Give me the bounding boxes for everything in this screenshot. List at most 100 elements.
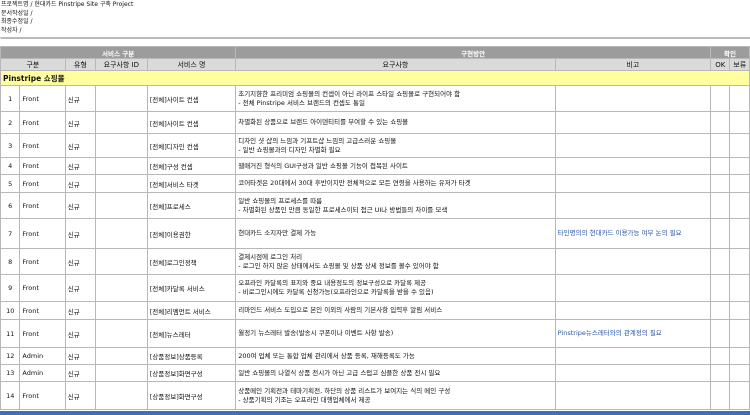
table-row: 8 Front 신규 [전체]로그인정책 결제시점에 로그인 처리 - 로그인 하지 않은… — [0, 248, 750, 275]
row-hold — [729, 347, 750, 365]
col-note: 비고 — [554, 58, 712, 71]
row-requirement: 결제시점에 로그인 처리 - 로그인 하지 않은 상태에서도 쇼핑몰 및 상품 상… — [235, 248, 556, 275]
table-row: 11 Front 신규 [전체]뉴스레터 월정기 뉴스레터 발송(발송시 쿠폰이나 이벤… — [0, 319, 750, 348]
row-req-id — [94, 274, 148, 302]
header-group-row: 서비스 구분 구현방안 확인 — [0, 46, 750, 59]
row-ok — [710, 301, 731, 320]
table-row: 6 Front 신규 [전체]프로세스 일반 쇼핑몰의 프로세스를 따름 - 차별화된 상… — [0, 192, 750, 219]
header-service-group: 서비스 구분 — [0, 46, 237, 59]
row-ok — [710, 157, 731, 175]
section-row: Pinstripe 쇼핑몰 — [0, 70, 750, 86]
col-type: 구분 — [0, 58, 66, 71]
document-meta: 프로젝트명 / 현대카드 Pinstripe Site 구축 Project 문… — [0, 0, 750, 38]
table-row: 9 Front 신규 [전체]카달록 서비스 오프라인 카달록의 표지와 중요 내용정도… — [0, 274, 750, 302]
row-req-id — [94, 319, 148, 348]
row-kind: 신규 — [64, 319, 96, 348]
requirement-detail: - 비로그인시에도 카달록 신청가능(오프라인으로 카달록을 받을 수 있음) — [238, 288, 434, 296]
row-hold — [729, 364, 750, 382]
row-kind: 신규 — [64, 111, 96, 134]
requirement-main: 웹매거진 형식의 GUI구성과 일반 쇼핑몰 기능이 접목된 사이트 — [238, 161, 408, 170]
row-req-id — [94, 301, 148, 320]
row-ok — [710, 85, 731, 112]
row-note: Pinstripe뉴스레터와의 관계정의 필요 — [554, 319, 712, 348]
row-hold — [729, 301, 750, 320]
row-ok — [710, 218, 731, 249]
row-ok — [710, 192, 731, 219]
author: 작성자 / — [1, 26, 22, 34]
row-req-id — [94, 218, 148, 249]
row-requirement: 일반 쇼핑몰의 나열식 상품 전시가 아닌 고급 스럽고 심플한 상품 전시 필… — [235, 364, 556, 382]
row-number: 2 — [0, 111, 21, 134]
table-row: 14 Front 신규 [상품정보]화면구성 상품메인 기획전과 테마기획전, 하단의 … — [0, 381, 750, 410]
col-requirement: 요구사항 — [235, 58, 556, 71]
row-number: 12 — [0, 347, 21, 365]
row-service: [전체]이용권한 — [146, 218, 237, 249]
requirement-detail: - 로그인 하지 않은 상태에서도 쇼핑몰 및 상품 상세 정보를 볼수 있어야… — [238, 261, 439, 270]
requirement-main: 일반 쇼핑몰의 나열식 상품 전시가 아닌 고급 스럽고 심플한 상품 전시 필… — [238, 368, 441, 377]
row-req-id — [94, 111, 148, 134]
row-hold — [729, 274, 750, 302]
row-requirement: 리마인드 서비스 도입으로 본인 이외의 사람의 기본사항 입력후 알림 서비스 — [235, 301, 556, 320]
col-req-id: 요구사항 ID — [94, 58, 148, 71]
row-kind: 신규 — [64, 347, 96, 365]
requirement-main: 차별화된 상품으로 브랜드 아이덴티티를 부여할 수 있는 쇼핑몰 — [238, 118, 409, 126]
requirement-main: 200여 업체 또는 통합 업체 관리에서 상품 등록, 재해등록도 가능 — [238, 351, 415, 360]
row-ok — [710, 364, 731, 382]
row-requirement: 상품메인 기획전과 테마기획전, 하단의 상품 리스트가 보여지는 식의 메인 … — [235, 381, 556, 410]
row-number: 3 — [0, 133, 21, 158]
row-type: Front — [19, 85, 66, 112]
table-row: 3 Front 신규 [전체]디자인 컨셉 디자인 샷 샵의 느낌과 기프트샵 느낌의 … — [0, 133, 750, 158]
table-row: 5 Front 신규 [전체]서비스 타겟 코어타겟은 20대에서 30대 후반이지만 … — [0, 174, 750, 193]
table-row: 13 Admin 신규 [상품정보]화면구성 일반 쇼핑몰의 나열식 상품 전시가 아닌… — [0, 364, 750, 382]
table-row: 12 Admin 신규 [상품정보]상품등록 200여 업체 또는 통합 업체 관리에서… — [0, 347, 750, 365]
row-service: [전체]프로세스 — [146, 192, 237, 219]
row-requirement: 초기지향한 프리미엄 쇼핑몰의 컨셉이 아닌 라이프 스타일 쇼핑몰로 구현되어… — [235, 85, 556, 112]
row-type: Front — [19, 381, 66, 410]
row-number: 14 — [0, 381, 21, 410]
row-number: 9 — [0, 274, 21, 302]
row-requirement: 웹매거진 형식의 GUI구성과 일반 쇼핑몰 기능이 접목된 사이트 — [235, 157, 556, 175]
row-hold — [729, 319, 750, 348]
row-service: [전체]로그인정책 — [146, 248, 237, 275]
row-kind: 신규 — [64, 174, 96, 193]
row-kind: 신규 — [64, 133, 96, 158]
row-number: 13 — [0, 364, 21, 382]
requirement-detail: - 차별화된 상품인 만큼 동일한 프로세스이되 접근 UI나 방법들의 차이를… — [238, 205, 448, 214]
row-kind: 신규 — [64, 157, 96, 175]
row-ok — [710, 248, 731, 275]
table-row: 7 Front 신규 [전체]이용권한 현대카드 소지자만 결제 가능 타인명의의 현대카… — [0, 218, 750, 249]
requirement-detail: - 일반 쇼핑몰과의 디자인 차별화 필요 — [238, 145, 341, 154]
row-hold — [729, 192, 750, 219]
row-service: [전체]뉴스레터 — [146, 319, 237, 348]
row-note — [554, 174, 712, 193]
requirement-main: 상품메인 기획전과 테마기획전, 하단의 상품 리스트가 보여지는 식의 메인 … — [238, 386, 451, 395]
row-note — [554, 274, 712, 302]
requirement-main: 초기지향한 프리미엄 쇼핑몰의 컨셉이 아닌 라이프 스타일 쇼핑몰로 구현되어… — [238, 89, 461, 98]
row-req-id — [94, 248, 148, 275]
row-type: Front — [19, 301, 66, 320]
row-note — [554, 157, 712, 175]
row-hold — [729, 133, 750, 158]
header-column-row: 구분 유형 요구사항 ID 서비스 명 요구사항 비고 OK 보류 — [0, 58, 750, 71]
row-type: Front — [19, 192, 66, 219]
table-row: 4 Front 신규 [전체]구성 컨셉 웹매거진 형식의 GUI구성과 일반 쇼핑몰 … — [0, 157, 750, 175]
row-ok — [710, 111, 731, 134]
row-service: [전체]사이트 컨셉 — [146, 111, 237, 134]
header-plan-group: 구현방안 — [235, 46, 712, 59]
row-req-id — [94, 347, 148, 365]
row-req-id — [94, 174, 148, 193]
row-req-id — [94, 157, 148, 175]
row-type: Front — [19, 111, 66, 134]
row-requirement: 코어타겟은 20대에서 30대 후반이지만 전체적으로 모든 연령을 사용하는 … — [235, 174, 556, 193]
row-service: [상품정보]화면구성 — [146, 364, 237, 382]
row-number: 7 — [0, 218, 21, 249]
row-kind: 신규 — [64, 274, 96, 302]
section-title: Pinstripe 쇼핑몰 — [0, 70, 750, 86]
row-number: 8 — [0, 248, 21, 275]
row-ok — [710, 347, 731, 365]
requirement-main: 코어타겟은 20대에서 30대 후반이지만 전체적으로 모든 연령을 사용하는 … — [238, 179, 471, 187]
row-type: Front — [19, 133, 66, 158]
row-note — [554, 364, 712, 382]
row-type: Front — [19, 157, 66, 175]
requirement-main: 디자인 샷 샵의 느낌과 기프트샵 느낌의 고급스러운 쇼핑몰 — [238, 136, 397, 145]
